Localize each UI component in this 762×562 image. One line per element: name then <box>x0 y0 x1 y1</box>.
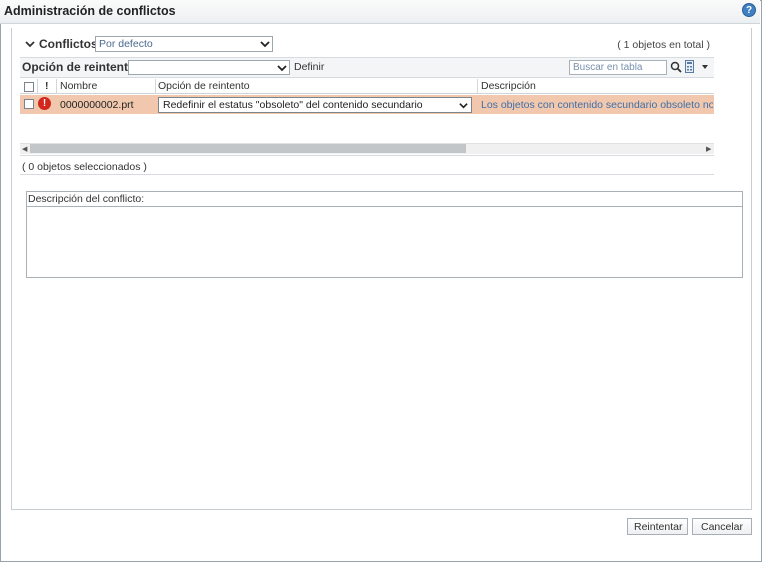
scrollbar-thumb[interactable] <box>30 144 466 153</box>
error-icon: ! <box>38 97 51 110</box>
calculator-icon[interactable] <box>685 60 694 73</box>
column-header-name[interactable]: Nombre <box>60 80 97 92</box>
selection-count: ( 0 objetos seleccionados ) <box>20 155 714 175</box>
window-title: Administración de conflictos <box>4 4 176 18</box>
table-header <box>20 79 714 94</box>
chevron-down-icon <box>260 41 270 48</box>
view-select-value: Por defecto <box>99 38 153 50</box>
total-count: ( 1 objetos en total ) <box>617 39 710 51</box>
row-name: 0000000002.prt <box>60 99 134 111</box>
retry-option-select[interactable] <box>128 60 290 75</box>
column-divider <box>37 79 38 94</box>
column-header-status[interactable]: ! <box>45 80 49 92</box>
chevron-down-icon <box>277 65 287 72</box>
row-checkbox[interactable] <box>24 99 34 109</box>
section-title: Conflictos <box>39 37 98 51</box>
column-divider <box>155 79 156 94</box>
define-button[interactable]: Definir <box>294 61 324 73</box>
help-icon[interactable]: ? <box>742 3 756 17</box>
title-bar: Administración de conflictos ? <box>0 0 760 24</box>
row-retry-option-value: Redefinir el estatus "obsoleto" del cont… <box>163 99 423 111</box>
row-description: Los objetos con contenido secundario obs… <box>481 99 713 111</box>
row-retry-option-select[interactable]: Redefinir el estatus "obsoleto" del cont… <box>158 97 472 113</box>
column-header-retry-option[interactable]: Opción de reintento <box>158 80 250 92</box>
cancel-button[interactable]: Cancelar <box>692 518 752 535</box>
chevron-down-icon[interactable] <box>24 38 36 50</box>
column-divider <box>56 79 57 94</box>
retry-button[interactable]: Reintentar <box>627 518 688 535</box>
divider <box>27 206 742 207</box>
select-all-checkbox[interactable] <box>24 82 34 92</box>
menu-arrow-icon[interactable] <box>702 64 708 70</box>
search-input[interactable]: Buscar en tabla <box>569 60 667 75</box>
search-icon[interactable] <box>670 61 682 73</box>
conflict-description-label: Descripción del conflicto: <box>28 193 145 205</box>
column-header-description[interactable]: Descripción <box>481 80 536 92</box>
column-divider <box>477 79 478 94</box>
view-select[interactable]: Por defecto <box>95 36 273 52</box>
chevron-down-icon <box>459 103 468 109</box>
scroll-left-icon[interactable]: ◀ <box>22 145 27 153</box>
scroll-right-icon[interactable]: ▶ <box>706 145 711 153</box>
retry-option-label: Opción de reintento <box>22 60 136 74</box>
